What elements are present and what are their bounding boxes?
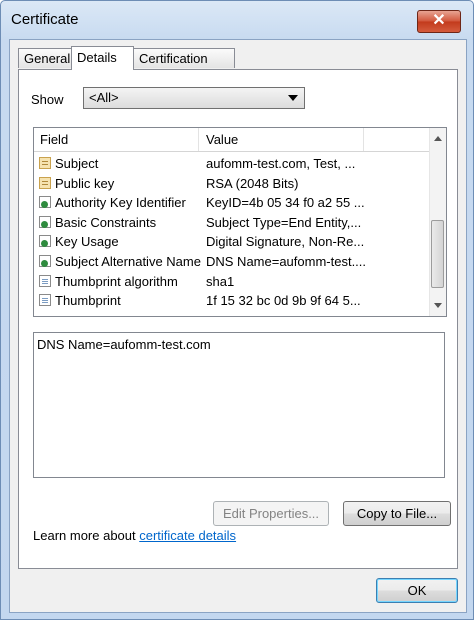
field-detail-text: DNS Name=aufomm-test.com bbox=[37, 337, 211, 352]
show-dropdown[interactable]: <All> bbox=[83, 87, 305, 109]
field-name: Key Usage bbox=[55, 234, 119, 250]
ok-button[interactable]: OK bbox=[376, 578, 458, 603]
list-header: Field Value bbox=[34, 128, 429, 152]
certificate-icon bbox=[39, 176, 51, 189]
field-value: Digital Signature, Non-Re... bbox=[206, 234, 365, 250]
tab-details[interactable]: Details bbox=[71, 46, 134, 70]
list-item[interactable]: Thumbprint algorithm sha1 bbox=[34, 272, 429, 292]
fields-list[interactable]: Field Value Subject aufomm-test.com, Tes… bbox=[33, 127, 447, 317]
field-name: Basic Constraints bbox=[55, 214, 157, 230]
list-item[interactable]: Authority Key Identifier KeyID=4b 05 34 … bbox=[34, 193, 429, 213]
show-dropdown-value: <All> bbox=[89, 90, 119, 105]
list-scrollbar[interactable] bbox=[429, 128, 446, 316]
copy-to-file-button[interactable]: Copy to File... bbox=[343, 501, 451, 526]
dialog-body: General Details Certification Path Show … bbox=[9, 39, 467, 613]
field-value: 1f 15 32 bc 0d 9b 9f 64 5... bbox=[206, 293, 361, 309]
certificate-window: Certificate ✕ General Details Certificat… bbox=[0, 0, 474, 620]
scroll-up-icon[interactable] bbox=[434, 136, 442, 141]
learn-more-prefix: Learn more about bbox=[33, 528, 140, 543]
list-item[interactable]: Thumbprint 1f 15 32 bc 0d 9b 9f 64 5... bbox=[34, 291, 429, 311]
field-detail-box[interactable]: DNS Name=aufomm-test.com bbox=[33, 332, 445, 478]
extension-icon bbox=[39, 235, 51, 248]
certificate-icon bbox=[39, 157, 51, 169]
field-value: aufomm-test.com, Test, ... bbox=[206, 156, 356, 171]
field-value: Subject Type=End Entity,... bbox=[206, 214, 362, 230]
field-name: Authority Key Identifier bbox=[55, 195, 186, 211]
tab-certification-path[interactable]: Certification Path bbox=[133, 48, 235, 86]
extension-icon bbox=[39, 196, 51, 209]
column-header-value[interactable]: Value bbox=[199, 128, 364, 151]
close-button[interactable]: ✕ bbox=[417, 10, 461, 33]
field-name: Public key bbox=[55, 175, 115, 191]
column-header-field[interactable]: Field bbox=[34, 128, 199, 151]
document-icon bbox=[39, 294, 51, 307]
extension-icon bbox=[39, 215, 51, 228]
field-value: RSA (2048 Bits) bbox=[206, 175, 299, 191]
details-panel: Show <All> Field Value Subject aufomm-te… bbox=[18, 69, 458, 569]
field-value: KeyID=4b 05 34 f0 a2 55 ... bbox=[206, 195, 365, 211]
chevron-down-icon bbox=[288, 95, 298, 101]
edit-properties-button[interactable]: Edit Properties... bbox=[213, 501, 329, 526]
field-value: DNS Name=aufomm-test.... bbox=[206, 254, 367, 269]
list-item[interactable]: Public key RSA (2048 Bits) bbox=[34, 174, 429, 194]
document-icon bbox=[39, 274, 51, 287]
field-name: Subject bbox=[55, 156, 99, 171]
scroll-thumb[interactable] bbox=[431, 220, 444, 288]
tab-general[interactable]: General bbox=[18, 48, 72, 68]
list-item[interactable]: Subject Alternative Name DNS Name=aufomm… bbox=[34, 252, 429, 272]
extension-icon bbox=[39, 255, 51, 267]
list-item[interactable]: Basic Constraints Subject Type=End Entit… bbox=[34, 213, 429, 233]
show-label: Show bbox=[31, 92, 64, 107]
learn-more-text: Learn more about certificate details bbox=[33, 528, 236, 543]
field-name: Subject Alternative Name bbox=[55, 254, 201, 269]
title-bar: Certificate ✕ bbox=[1, 1, 473, 39]
scroll-down-icon[interactable] bbox=[434, 303, 442, 308]
field-name: Thumbprint bbox=[55, 293, 121, 309]
field-name: Thumbprint algorithm bbox=[55, 273, 178, 289]
list-item[interactable]: Key Usage Digital Signature, Non-Re... bbox=[34, 232, 429, 252]
field-value: sha1 bbox=[206, 273, 235, 289]
certificate-details-link[interactable]: certificate details bbox=[139, 528, 236, 543]
window-title: Certificate bbox=[11, 11, 79, 28]
list-item[interactable]: Subject aufomm-test.com, Test, ... bbox=[34, 154, 429, 174]
